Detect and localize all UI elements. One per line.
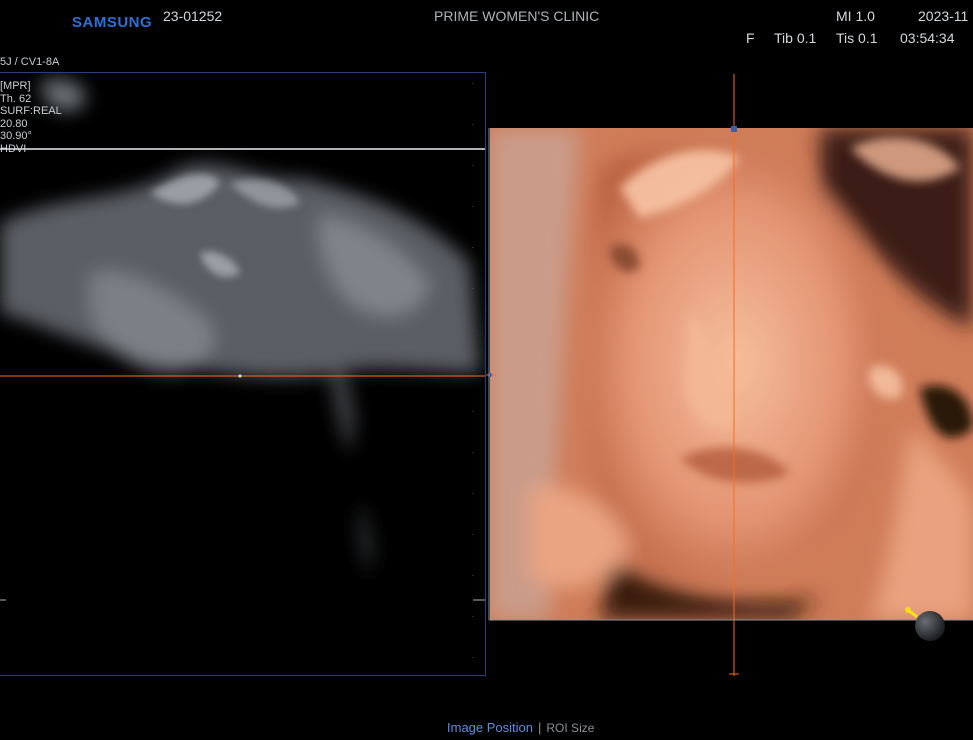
exam-date: 2023-11: [918, 8, 969, 24]
thermal-index-soft: Tis 0.1: [836, 30, 878, 46]
param-hdvi: HDVI: [0, 142, 27, 155]
3d-render-panel[interactable]: [490, 128, 973, 620]
probe-label: 5J / CV1-8A: [0, 56, 60, 68]
mpr-ultrasound-image: [0, 79, 485, 663]
clinic-name: PRIME WOMEN'S CLINIC: [434, 8, 600, 24]
roi-size-tab[interactable]: ROI Size: [546, 721, 594, 735]
brand-logo: SAMSUNG: [72, 14, 153, 31]
param-angle: 30.90°: [0, 130, 32, 142]
mechanical-index: MI 1.0: [836, 8, 875, 24]
image-position-tab[interactable]: Image Position: [447, 720, 533, 735]
bottom-control-bar: Image Position | ROI Size: [447, 720, 594, 735]
mpr-image-panel[interactable]: [0, 72, 486, 676]
param-surface: SURF:REAL: [0, 105, 62, 117]
mpr-parameters: [MPR] Th. 62 SURF:REAL 20.80 30.90° HDVI: [0, 80, 62, 155]
tab-separator: |: [538, 720, 542, 735]
param-mode: [MPR]: [0, 80, 31, 92]
3d-fetal-face-image: [490, 128, 973, 620]
param-value: 20.80: [0, 117, 28, 130]
thermal-index-bone: Tib 0.1: [774, 30, 817, 46]
param-thickness: Th. 62: [0, 92, 32, 105]
focus-indicator: F: [746, 30, 755, 46]
view-direction-ball[interactable]: [902, 604, 948, 644]
exam-time: 03:54:34: [900, 30, 955, 46]
patient-id: 23-01252: [163, 8, 223, 24]
